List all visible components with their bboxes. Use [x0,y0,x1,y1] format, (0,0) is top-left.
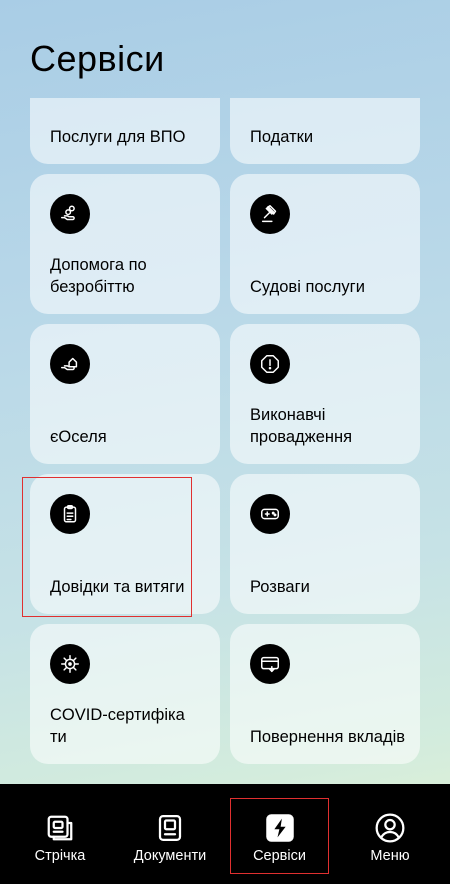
nav-label: Меню [370,848,410,864]
nav-item-feed[interactable]: Стрічка [10,784,110,884]
service-card-label: Судові послуги [250,278,365,296]
gavel-icon [250,194,290,234]
nav-label: Документи [133,848,207,864]
nav-item-documents[interactable]: Документи [120,784,220,884]
service-card-certificates[interactable]: Довідки та витяги [30,474,220,614]
service-card-covid[interactable]: COVID-сертифіка ти [30,624,220,764]
service-card-deposits[interactable]: Повернення вкладів [230,624,420,764]
service-card-label: єОселя [50,428,107,446]
exclamation-octagon-icon [250,344,290,384]
bottom-navigation: Стрічка Документи Сервіси Меню [0,784,450,884]
service-card-label: Податки [250,128,314,146]
hand-coins-icon [50,194,90,234]
service-card-court[interactable]: Судові послуги [230,174,420,314]
service-card-enforcement[interactable]: Виконавчі провадження [230,324,420,464]
page-title: Сервіси [30,38,165,79]
hand-house-icon [50,344,90,384]
documents-icon [154,812,186,844]
service-card-label: COVID-сертифіка ти [50,706,185,746]
service-card-label: Повернення вкладів [250,728,406,746]
profile-icon [374,812,406,844]
service-card-label: Розваги [250,578,310,596]
nav-label: Сервіси [253,848,306,864]
service-card-label: Виконавчі провадження [250,406,353,446]
lightning-icon [264,812,296,844]
service-card-unemployment[interactable]: Допомога по безробіттю [30,174,220,314]
nav-item-services[interactable]: Сервіси [230,784,329,884]
service-card-label: Довідки та витяги [50,578,185,596]
service-card-eoselia[interactable]: єОселя [30,324,220,464]
service-card-label: Допомога по безробіттю [50,256,147,296]
gamepad-icon [250,494,290,534]
feed-icon [44,812,76,844]
service-card-entertainment[interactable]: Розваги [230,474,420,614]
service-card-idp[interactable]: Послуги для ВПО [30,98,220,164]
nav-item-menu[interactable]: Меню [340,784,440,884]
service-card-label: Послуги для ВПО [50,128,186,146]
virus-icon [50,644,90,684]
nav-label: Стрічка [34,848,86,864]
card-return-icon [250,644,290,684]
service-card-taxes[interactable]: Податки [230,98,420,164]
services-grid: Послуги для ВПО Податки Допомога по безр… [0,98,450,784]
clipboard-icon [50,494,90,534]
